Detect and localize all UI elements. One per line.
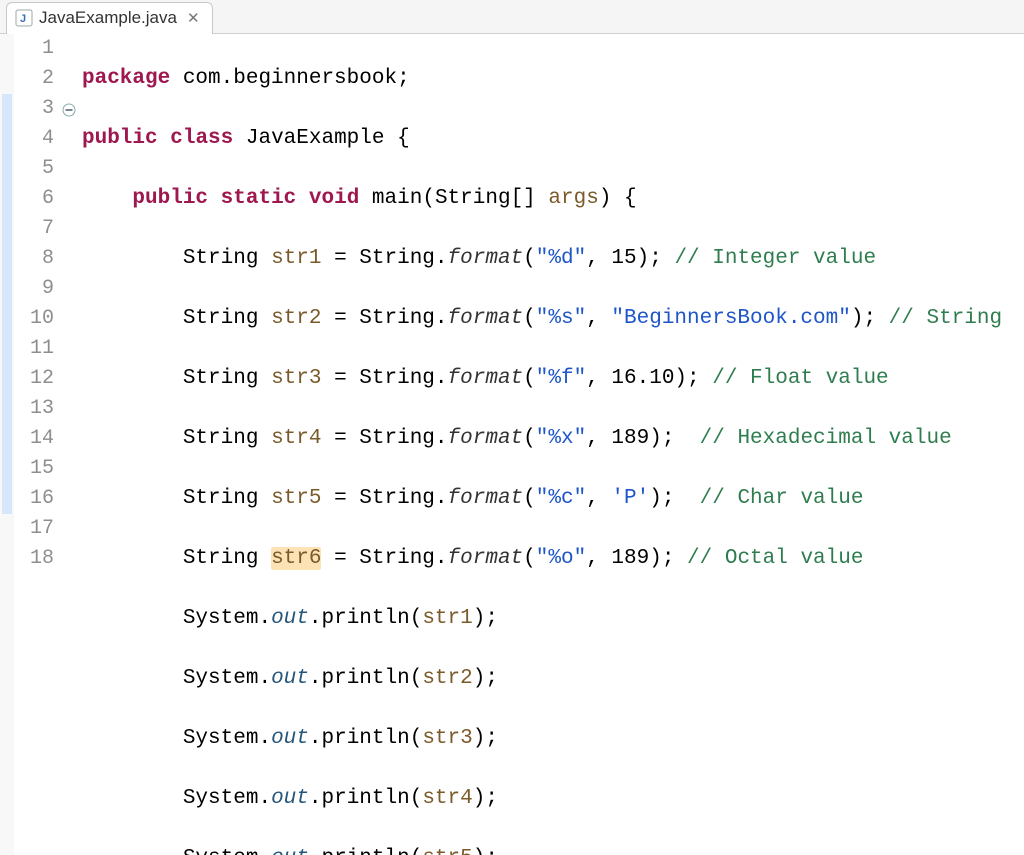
editor-tab-javaexample[interactable]: J JavaExample.java ✕ xyxy=(6,2,213,34)
editor-tabbar: J JavaExample.java ✕ xyxy=(0,0,1024,34)
marker-column xyxy=(0,34,14,855)
fold-collapse-icon[interactable] xyxy=(62,98,76,112)
close-icon[interactable]: ✕ xyxy=(187,9,200,27)
block-marker xyxy=(2,94,12,514)
fold-column xyxy=(62,34,80,855)
svg-text:J: J xyxy=(20,13,26,25)
java-file-icon: J xyxy=(15,9,33,27)
code-text[interactable]: package com.beginnersbook; public class … xyxy=(80,34,1024,855)
editor-pane: J JavaExample.java ✕ 1234 5678 9101112 1… xyxy=(0,0,1024,855)
editor-tab-label: JavaExample.java xyxy=(39,8,177,28)
line-number-gutter: 1234 5678 9101112 13141516 1718 xyxy=(14,34,62,855)
code-area[interactable]: 1234 5678 9101112 13141516 1718 package … xyxy=(0,34,1024,855)
